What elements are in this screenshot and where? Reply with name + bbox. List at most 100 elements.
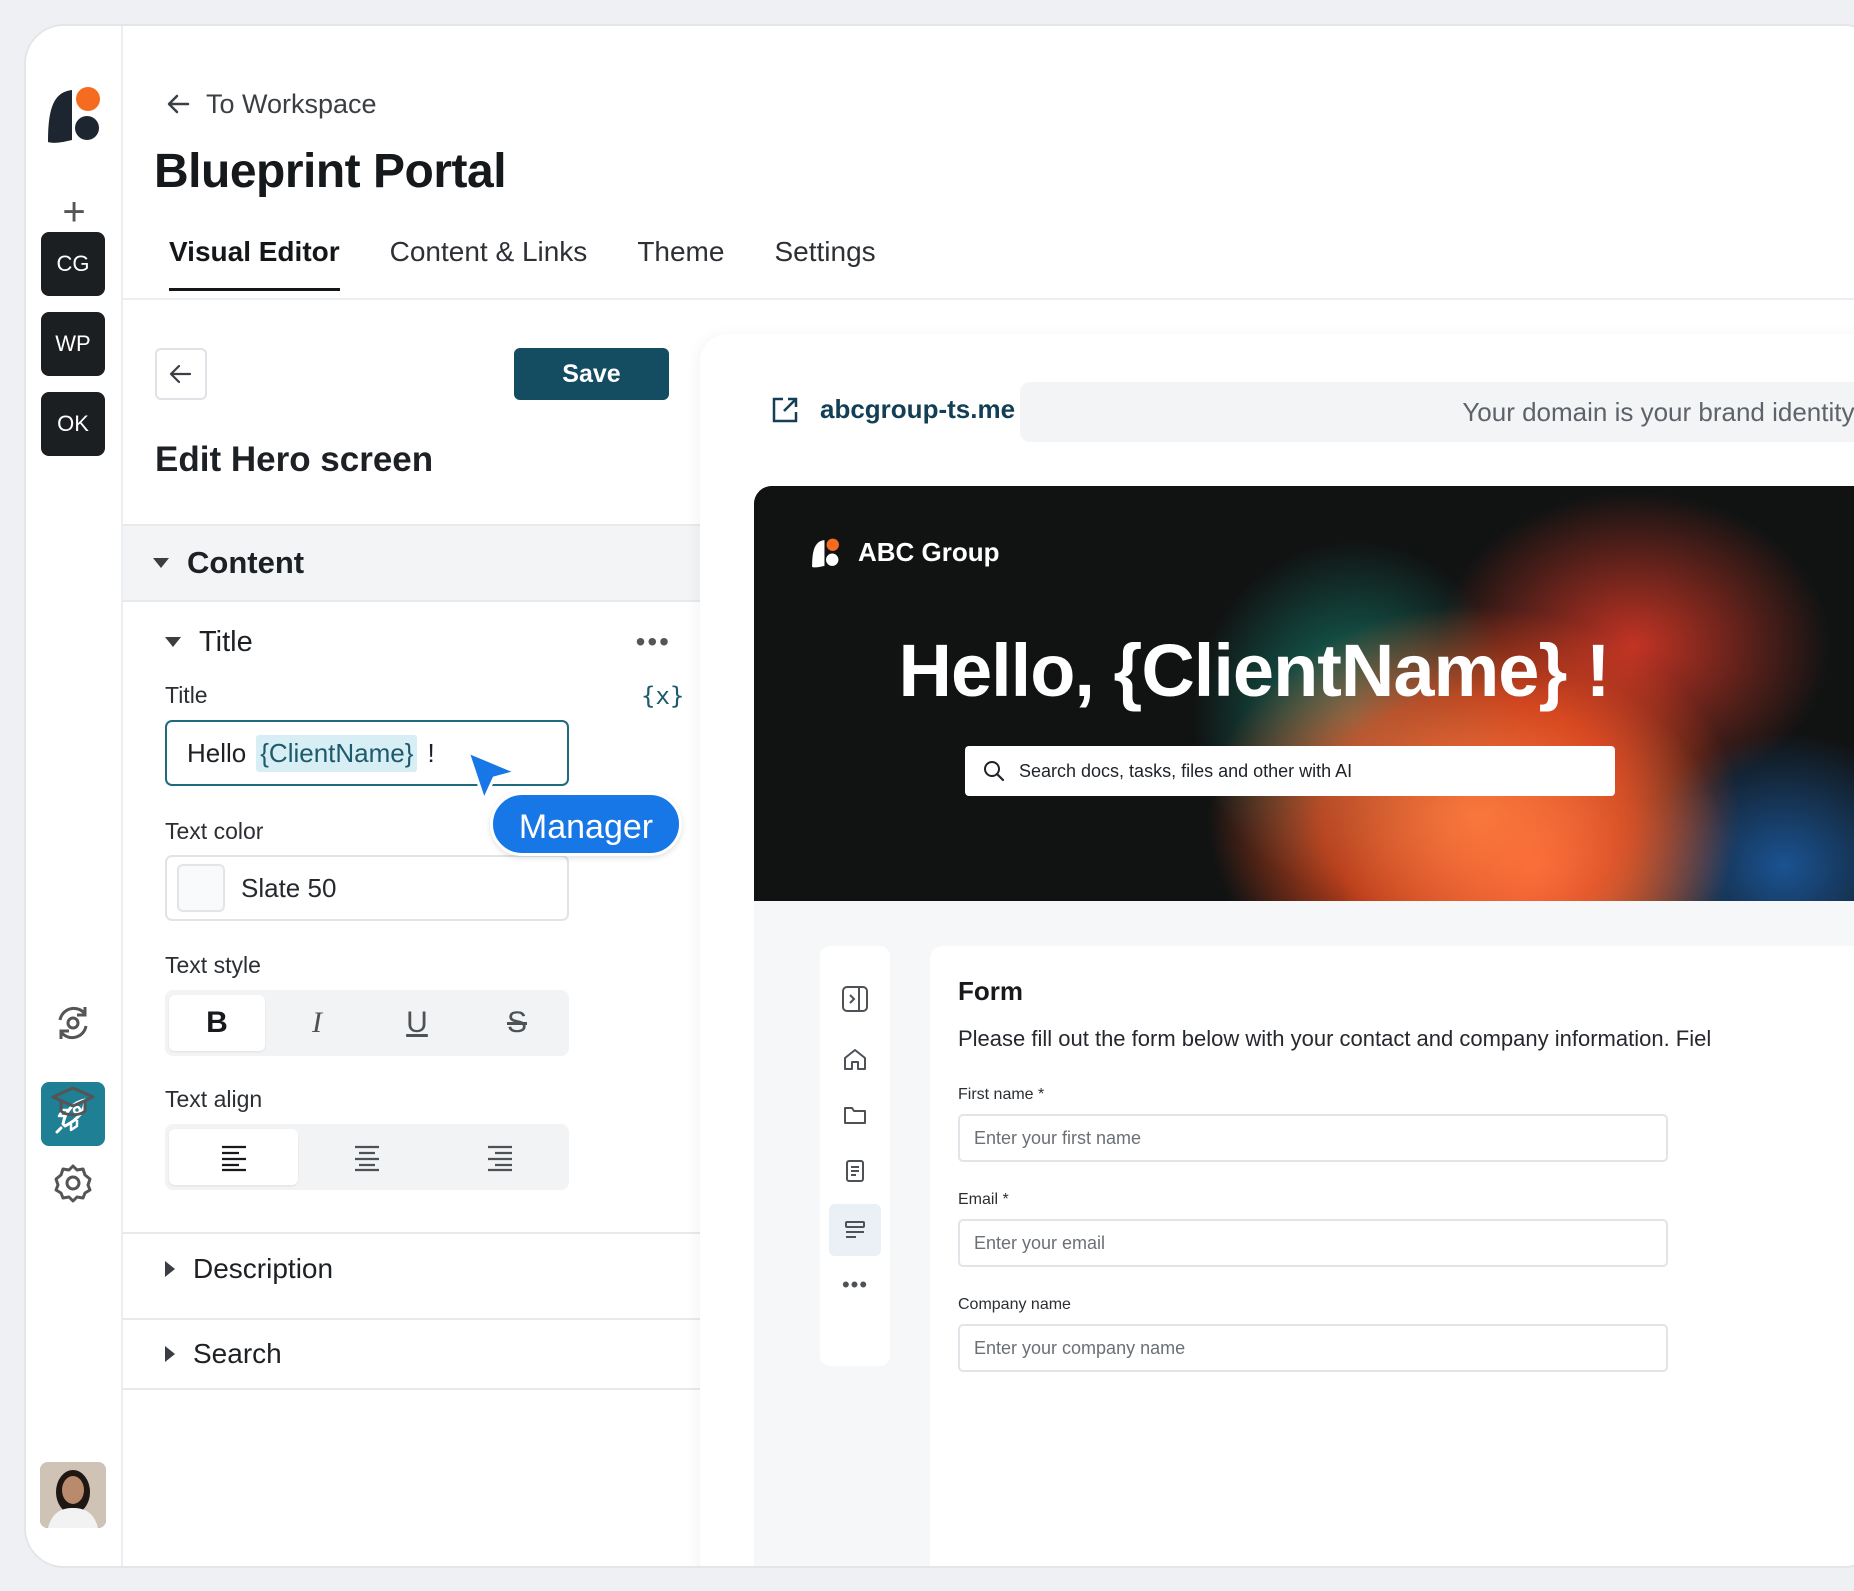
underline-button[interactable]: U [369,995,465,1051]
text-align-label: Text align [165,1086,263,1112]
tab-settings[interactable]: Settings [774,236,875,291]
email-label-text: Email [958,1191,999,1208]
more-nav-icon[interactable]: ••• [834,1264,876,1306]
domain-row: abcgroup-ts.me [770,394,1061,425]
section-content-header[interactable]: Content [123,524,701,602]
caret-right-icon [165,1261,175,1277]
home-icon[interactable] [834,1038,876,1080]
title-field-label: Title [165,682,208,708]
first-name-label-text: First name [958,1086,1034,1103]
add-workspace-button[interactable]: + [54,192,94,232]
caret-down-icon [165,637,181,647]
document-icon[interactable] [834,1150,876,1192]
folder-icon[interactable] [834,1094,876,1136]
more-options-icon[interactable]: ••• [636,626,671,658]
company-name-label: Company name [958,1296,1071,1313]
search-icon [984,761,1005,782]
portal-side-nav: ••• [820,946,890,1366]
editor-panel: Save Edit Hero screen Content Title ••• … [123,300,701,1566]
required-mark: * [1002,1191,1009,1208]
color-swatch [177,864,225,912]
workspace-cg[interactable]: CG [41,232,105,296]
form-description: Please fill out the form below with your… [958,1026,1712,1051]
portal-logo-icon [812,538,839,568]
editor-heading: Edit Hero screen [155,440,434,479]
portal-brand-name: ABC Group [858,536,1000,567]
hero-section: ABC Group Hello, {ClientName} ! Search d… [754,486,1854,901]
align-left-icon [221,1145,246,1172]
align-right-button[interactable] [436,1129,565,1185]
workspace-ok[interactable]: OK [41,392,105,456]
italic-button[interactable]: I [269,995,365,1051]
text-style-toggle: B I U S [165,990,569,1056]
strikethrough-button[interactable]: S [469,995,565,1051]
domain-link[interactable]: abcgroup-ts.me [820,394,1015,425]
save-button[interactable]: Save [514,348,669,400]
section-content-label: Content [187,545,305,580]
align-right-icon [488,1145,513,1172]
form-lines-icon [845,1221,865,1238]
hero-search-input[interactable]: Search docs, tasks, files and other with… [965,746,1615,796]
app-logo-icon[interactable] [44,82,102,144]
user-avatar[interactable] [40,1462,106,1528]
first-name-label: First name * [958,1086,1044,1104]
text-color-value: Slate 50 [241,872,337,903]
section-search-label: Search [193,1338,282,1369]
portal-body: ••• Form Please fill out the form below … [754,901,1854,1566]
email-label: Email * [958,1191,1009,1209]
left-rail: + CG WP OK [26,26,123,1566]
caret-right-icon [165,1346,175,1362]
text-align-toggle [165,1124,569,1190]
insert-variable-icon[interactable]: {x} [641,682,684,710]
section-search-header[interactable]: Search [123,1318,701,1390]
portal-brand: ABC Group [810,536,1000,568]
collaborator-name-tag: Manager [490,792,682,856]
section-description-label: Description [193,1253,334,1284]
external-link-icon[interactable] [770,395,800,425]
arrow-left-icon [169,364,192,384]
workspace-wp[interactable]: WP [41,312,105,376]
doc-shape [846,1160,864,1182]
house-icon [844,1049,866,1070]
tab-theme[interactable]: Theme [637,236,724,291]
tab-bar: Visual Editor Content & Links Theme Sett… [169,236,876,291]
text-style-label: Text style [165,952,261,978]
title-text-prefix: Hello [187,737,247,768]
text-color-select[interactable]: Slate 50 [165,855,569,921]
panel-icon [842,986,868,1012]
section-description-header[interactable]: Description [123,1232,701,1304]
back-to-workspace-label: To Workspace [206,88,377,119]
text-color-label: Text color [165,818,264,844]
form-card: Form Please fill out the form below with… [930,946,1854,1566]
align-center-button[interactable] [302,1129,431,1185]
graduation-cap-icon[interactable] [48,1078,98,1128]
preview-pane: abcgroup-ts.me Your domain is your brand… [700,334,1854,1566]
sync-icon[interactable] [48,998,98,1048]
align-center-icon [354,1145,379,1172]
gear-icon[interactable] [48,1158,98,1208]
bold-button[interactable]: B [169,995,265,1051]
back-to-workspace-link[interactable]: To Workspace [166,84,377,124]
tab-visual-editor[interactable]: Visual Editor [169,236,340,291]
arrow-left-icon [167,94,190,114]
align-left-button[interactable] [169,1129,299,1185]
tab-content-links[interactable]: Content & Links [390,236,588,291]
caret-down-icon [153,558,169,568]
subsection-title-label: Title [199,625,253,658]
client-name-variable-chip[interactable]: {ClientName} [256,734,418,772]
required-mark: * [1038,1086,1045,1103]
collapse-sidebar-icon[interactable] [834,978,876,1020]
form-title: Form [958,976,1023,1006]
editor-back-button[interactable] [155,348,207,400]
hero-title: Hello, {ClientName} ! [898,629,1611,712]
email-input[interactable]: Enter your email [958,1219,1668,1267]
title-text-suffix: ! [427,737,435,768]
avatar-photo [40,1462,106,1528]
form-nav-icon[interactable] [829,1204,881,1256]
hero-search-placeholder: Search docs, tasks, files and other with… [1019,760,1353,781]
company-name-input[interactable]: Enter your company name [958,1324,1668,1372]
first-name-input[interactable]: Enter your first name [958,1114,1668,1162]
app-window: + CG WP OK To Workspace Blueprint Portal… [24,24,1854,1568]
domain-hint-banner: Your domain is your brand identity. G [1020,382,1854,442]
subsection-title-header[interactable]: Title ••• [123,602,701,682]
